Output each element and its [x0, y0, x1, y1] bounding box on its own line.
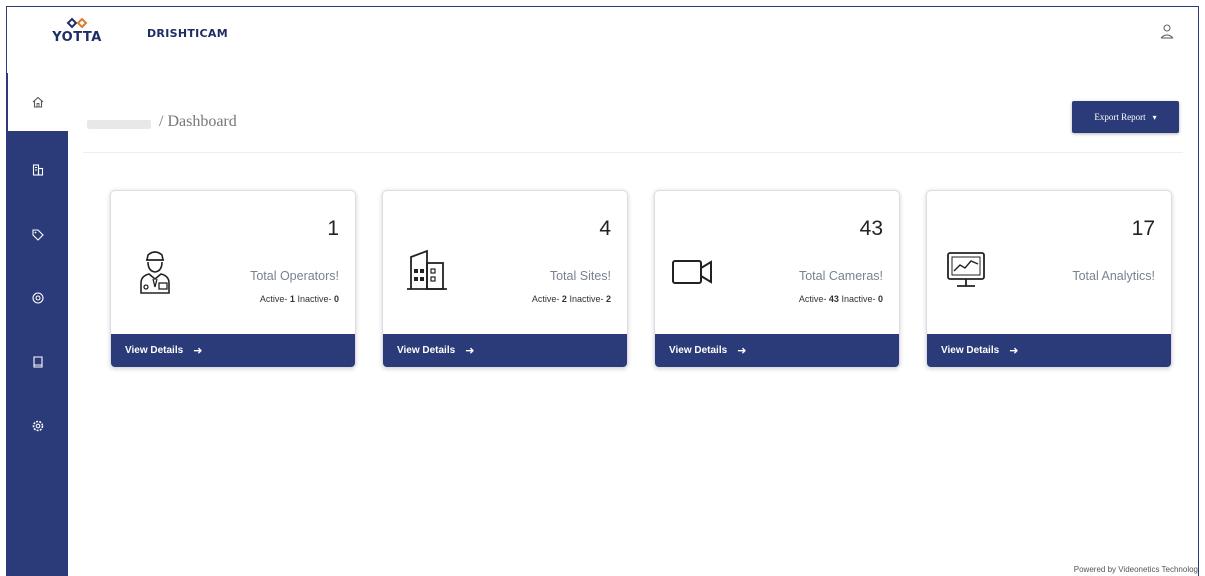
yotta-logo-mark: [66, 17, 88, 29]
card-count: 43: [859, 217, 883, 240]
sidebar-item-home[interactable]: [7, 73, 68, 131]
arrow-right-icon: ➜: [465, 345, 475, 357]
view-details-label: View Details: [941, 345, 1000, 356]
view-details-button[interactable]: View Details ➜: [383, 334, 627, 367]
card-label: Total Cameras!: [798, 269, 883, 283]
card-cameras: 43 Total Cameras! Active- 43 Inactive- 0…: [654, 190, 900, 368]
logo-text: YOTTA: [52, 30, 102, 45]
arrow-right-icon: ➜: [1009, 345, 1019, 357]
app-name: DRISHTICAM: [147, 27, 228, 40]
card-analytics: 17 Total Analytics! View Details ➜: [926, 190, 1172, 368]
app-frame: YOTTA DRISHTICAM / Dashboard Export Repo…: [6, 6, 1199, 576]
sidebar-item-reports[interactable]: [7, 333, 68, 391]
card-count: 4: [599, 217, 611, 240]
view-details-label: View Details: [397, 345, 456, 356]
yotta-logo[interactable]: YOTTA: [47, 17, 107, 45]
bookmark-icon: [32, 356, 43, 368]
card-sites: 4 Total Sites! Active- 2 Inactive- 2 Vie…: [382, 190, 628, 368]
caret-down-icon: ▾: [1152, 112, 1157, 122]
video-camera-icon: [672, 260, 712, 284]
card-status: Active- 2 Inactive- 2: [531, 294, 611, 304]
card-count: 1: [327, 217, 339, 240]
sidebar-item-users[interactable]: [7, 269, 68, 327]
building-icon: [407, 249, 447, 290]
at-icon: [31, 292, 44, 304]
export-report-label: Export Report: [1094, 112, 1146, 122]
export-report-button[interactable]: Export Report ▾: [1072, 101, 1179, 133]
card-operators: 1 Total Operators! Active- 1 Inactive- 0…: [110, 190, 356, 368]
card-label: Total Sites!: [549, 269, 611, 283]
view-details-label: View Details: [125, 345, 184, 356]
card-label: Total Analytics!: [1072, 269, 1155, 283]
sidebar-item-settings[interactable]: [7, 397, 68, 455]
arrow-right-icon: ➜: [737, 345, 747, 357]
breadcrumb-current: / Dashboard: [159, 113, 237, 130]
view-details-label: View Details: [669, 345, 728, 356]
sidebar-item-tags[interactable]: [7, 206, 68, 264]
card-status: Active- 43 Inactive- 0: [798, 294, 883, 304]
breadcrumb: / Dashboard Export Report ▾: [83, 101, 1183, 153]
arrow-right-icon: ➜: [193, 345, 203, 357]
analytics-monitor-icon: [947, 252, 985, 287]
powered-by-text: Powered by Videonetics Technolog: [1073, 565, 1198, 574]
view-details-button[interactable]: View Details ➜: [927, 334, 1171, 367]
top-bar: YOTTA DRISHTICAM: [7, 7, 1198, 73]
user-icon[interactable]: [1158, 23, 1176, 41]
breadcrumb-redacted-segment: [87, 120, 151, 129]
card-status: Active- 1 Inactive- 0: [259, 294, 339, 304]
card-count: 17: [1131, 217, 1155, 240]
view-details-button[interactable]: View Details ➜: [655, 334, 899, 367]
settings-icon: [32, 420, 43, 432]
view-details-button[interactable]: View Details ➜: [111, 334, 355, 367]
sidebar: [7, 73, 68, 576]
card-label: Total Operators!: [250, 269, 339, 283]
sidebar-item-sites[interactable]: [7, 141, 68, 199]
home-icon: [32, 96, 44, 108]
building-icon: [32, 164, 43, 176]
operator-icon: [140, 251, 170, 294]
tag-icon: [31, 229, 44, 241]
